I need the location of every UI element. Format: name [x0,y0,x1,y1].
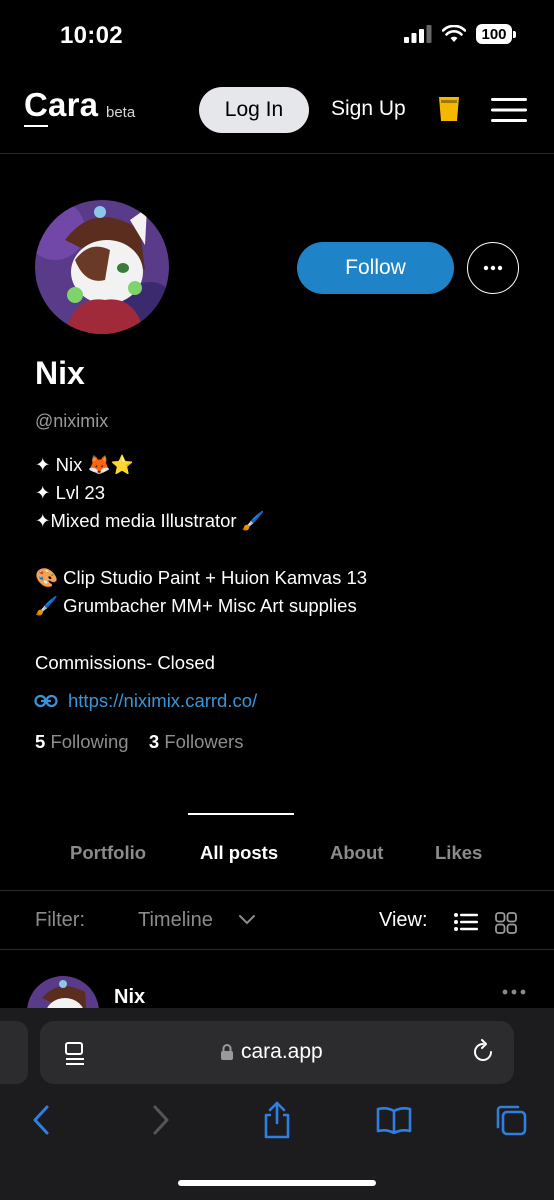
more-options-button[interactable] [467,242,519,294]
share-icon[interactable] [262,1101,292,1139]
post-author-name[interactable]: Nix [114,986,145,1009]
bio-line: 🖌️ Grumbacher MM+ Misc Art supplies [35,595,357,616]
chevron-down-icon[interactable] [238,913,256,925]
followers-label: Followers [164,731,244,752]
followers-stat[interactable]: 3 Followers [149,731,244,752]
bio-line: Commissions- Closed [35,652,215,673]
link-icon [34,694,58,708]
tab-portfolio[interactable]: Portfolio [70,842,146,864]
followers-count: 3 [148,731,160,752]
filter-label: Filter: [35,909,85,931]
tabs-icon[interactable] [494,1103,528,1137]
beta-label: beta [106,104,136,121]
header-divider [0,153,554,154]
reload-icon[interactable] [470,1039,496,1065]
profile-avatar [35,200,169,334]
filter-select[interactable]: Timeline [138,909,213,932]
tab-likes[interactable]: Likes [435,842,482,864]
profile-handle: @niximix [35,411,109,431]
more-dots-icon [483,265,503,271]
logo-underline [24,125,48,127]
grid-view-icon[interactable] [495,912,517,934]
login-button[interactable]: Log In [199,87,309,133]
tab-all-posts[interactable]: All posts [200,842,278,864]
view-label: View: [379,909,428,931]
active-tab-indicator [188,813,294,815]
bio-line: ✦ Lvl 23 [35,482,106,503]
home-indicator [178,1180,376,1186]
battery-icon: 100 [476,24,512,44]
wifi-icon [442,25,466,42]
profile-website-link[interactable]: https://niximix.carrd.co/ [68,690,257,712]
follow-button[interactable]: Follow [297,242,454,294]
url-text[interactable]: cara.app [241,1040,323,1064]
page-menu-icon[interactable] [64,1041,86,1067]
back-icon[interactable] [30,1104,52,1136]
cara-logo[interactable]: Cara [24,86,98,124]
following-label: Following [50,731,129,752]
bio-line: 🎨 Clip Studio Paint + Huion Kamvas 13 [35,567,368,588]
tabs-divider [0,890,554,891]
follow-stats: 5 Following 3 Followers [35,731,243,753]
bio-line: ✦Mixed media Illustrator 🖌️ [35,510,265,531]
status-icons: 100 [404,24,516,44]
lock-icon [221,1044,233,1060]
list-view-icon[interactable] [454,913,478,931]
tab-about[interactable]: About [330,842,383,864]
previous-tab-preview[interactable] [0,1021,28,1084]
bio-line: ✦ Nix 🦊⭐ [35,454,134,475]
status-time: 10:02 [60,22,123,49]
bookmarks-icon[interactable] [376,1106,412,1134]
hamburger-menu-icon[interactable] [491,97,527,123]
signup-link[interactable]: Sign Up [331,97,406,121]
following-count: 5 [35,731,46,752]
signal-icon [404,25,432,43]
post-more-icon[interactable] [502,989,526,995]
profile-name: Nix [35,355,85,391]
cup-icon[interactable] [438,96,460,122]
filter-divider [0,949,554,950]
following-stat[interactable]: 5 Following [35,731,134,752]
forward-icon[interactable] [150,1104,172,1136]
